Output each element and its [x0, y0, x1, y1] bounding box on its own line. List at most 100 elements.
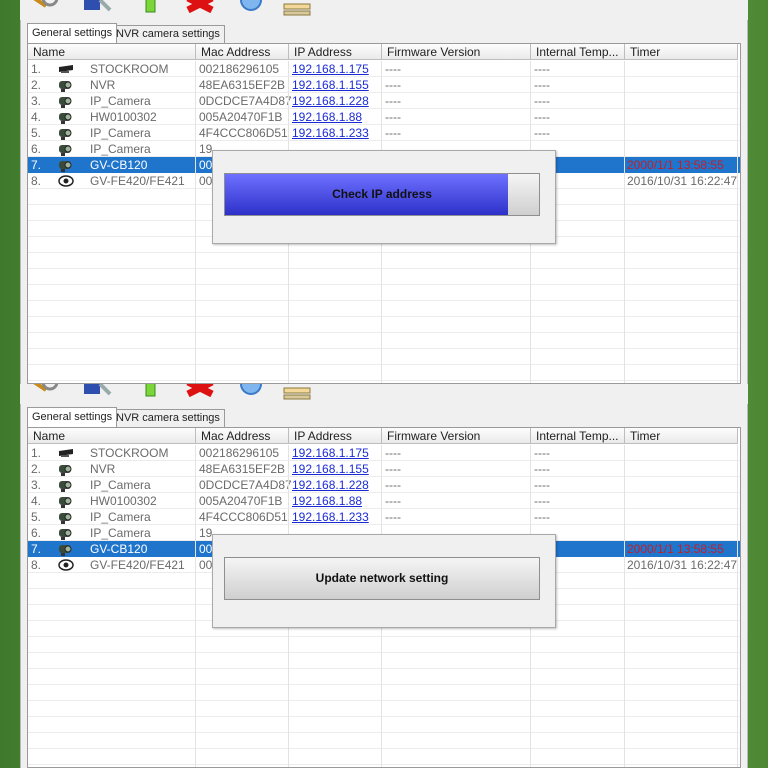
- cell-mac: 0DCDCE7A4D87: [199, 94, 292, 108]
- camera-icon: [59, 481, 72, 492]
- column-gridline: [195, 61, 196, 383]
- column-header-name[interactable]: Name: [28, 44, 196, 60]
- cell-temp: ----: [534, 110, 550, 124]
- cell-ip[interactable]: 192.168.1.228: [292, 477, 369, 493]
- cell-no: 1.: [31, 62, 42, 76]
- column-gridline: [195, 445, 196, 767]
- cell-mac: 4F4CCC806D51: [199, 510, 288, 524]
- table-row[interactable]: 4. HW0100302 005A20470F1B 192.168.1.88 ---- -…: [28, 493, 740, 509]
- cell-mac: 002186296105: [199, 62, 280, 76]
- progress-label: Check IP address: [332, 187, 432, 201]
- cell-temp: ----: [534, 494, 550, 508]
- column-header-temp[interactable]: Internal Temp...: [531, 44, 625, 60]
- cell-mac: 005A20470F1B: [199, 494, 283, 508]
- cell-ip[interactable]: 192.168.1.88: [292, 493, 362, 509]
- fisheye-camera-icon: [58, 559, 74, 571]
- table-row[interactable]: 3. IP_Camera 0DCDCE7A4D87 192.168.1.228 ----…: [28, 477, 740, 493]
- cell-fw: ----: [385, 110, 401, 124]
- cell-no: 7.: [31, 158, 42, 172]
- column-header-timer[interactable]: Timer: [625, 428, 738, 444]
- table-row[interactable]: 1. STOCKROOM 002186296105 192.168.1.175 ----…: [28, 445, 740, 461]
- column-header-firmware[interactable]: Firmware Version: [382, 44, 531, 60]
- network-tool-icon[interactable]: [82, 384, 112, 404]
- tab-nvr-camera-settings[interactable]: NVR camera settings: [111, 409, 225, 427]
- settings-gear-icon[interactable]: [236, 384, 266, 404]
- cell-no: 5.: [31, 510, 42, 524]
- table-row[interactable]: 5. IP_Camera 4F4CCC806D51 192.168.1.233 ----…: [28, 125, 740, 141]
- network-device-icon[interactable]: [282, 384, 312, 404]
- cell-ip[interactable]: 192.168.1.175: [292, 445, 369, 461]
- server-icon: [59, 449, 73, 457]
- column-header-temp[interactable]: Internal Temp...: [531, 428, 625, 444]
- cell-timer: 2016/10/31 16:22:47: [627, 174, 738, 188]
- table-row[interactable]: 2. NVR 48EA6315EF2B 192.168.1.155 ---- ----: [28, 77, 740, 93]
- cell-temp: ----: [534, 462, 550, 476]
- battery-icon[interactable]: [138, 384, 168, 404]
- tab-general-settings[interactable]: General settings: [27, 407, 118, 427]
- cell-name: HW0100302: [90, 110, 157, 124]
- table-row[interactable]: 2. NVR 48EA6315EF2B 192.168.1.155 ---- ----: [28, 461, 740, 477]
- toolbar: [20, 384, 748, 405]
- cell-fw: ----: [385, 78, 401, 92]
- cell-timer: 2000/1/1 13:58:55: [627, 158, 724, 172]
- camera-icon: [59, 81, 72, 92]
- server-icon: [59, 65, 73, 73]
- camera-icon: [59, 545, 72, 556]
- cell-ip[interactable]: 192.168.1.233: [292, 509, 369, 525]
- cell-ip[interactable]: 192.168.1.233: [292, 125, 369, 141]
- cell-timer: 2016/10/31 16:22:47: [627, 558, 738, 572]
- cell-name: STOCKROOM: [90, 446, 169, 460]
- table-header: Name Mac Address IP Address Firmware Ver…: [28, 44, 740, 61]
- column-header-firmware[interactable]: Firmware Version: [382, 428, 531, 444]
- column-header-timer[interactable]: Timer: [625, 44, 738, 60]
- cell-no: 3.: [31, 94, 42, 108]
- cell-fw: ----: [385, 126, 401, 140]
- panel-check-ip: General settings NVR camera settings Nam…: [20, 0, 748, 384]
- cell-ip[interactable]: 192.168.1.155: [292, 461, 369, 477]
- panel-update-network: General settings NVR camera settings Nam…: [20, 384, 748, 768]
- cell-ip[interactable]: 192.168.1.175: [292, 61, 369, 77]
- column-header-mac[interactable]: Mac Address: [196, 44, 289, 60]
- cell-name: IP_Camera: [90, 126, 151, 140]
- column-header-ip[interactable]: IP Address: [289, 428, 382, 444]
- cell-temp: ----: [534, 478, 550, 492]
- cell-temp: ----: [534, 126, 550, 140]
- cell-name: IP_Camera: [90, 510, 151, 524]
- table-row[interactable]: 1. STOCKROOM 002186296105 192.168.1.175 ----…: [28, 61, 740, 77]
- cell-name: NVR: [90, 78, 116, 92]
- cell-mac: 19: [199, 142, 213, 156]
- delete-icon[interactable]: [186, 384, 216, 404]
- search-icon[interactable]: [30, 0, 60, 20]
- battery-icon[interactable]: [138, 0, 168, 20]
- table-row[interactable]: 5. IP_Camera 4F4CCC806D51 192.168.1.233 ----…: [28, 509, 740, 525]
- tab-general-settings[interactable]: General settings: [27, 23, 118, 43]
- cell-ip[interactable]: 192.168.1.228: [292, 93, 369, 109]
- progress-dialog: Check IP address: [212, 150, 556, 244]
- column-header-mac[interactable]: Mac Address: [196, 428, 289, 444]
- delete-icon[interactable]: [186, 0, 216, 20]
- app-window: General settings NVR camera settings Nam…: [20, 20, 748, 384]
- cell-temp: ----: [534, 62, 550, 76]
- cell-no: 4.: [31, 494, 42, 508]
- cell-no: 1.: [31, 446, 42, 460]
- search-icon[interactable]: [30, 384, 60, 404]
- column-header-name[interactable]: Name: [28, 428, 196, 444]
- cell-ip[interactable]: 192.168.1.88: [292, 109, 362, 125]
- cell-mac: 00: [199, 174, 213, 188]
- progress-bar: Update network setting: [224, 557, 540, 600]
- network-tool-icon[interactable]: [82, 0, 112, 20]
- cell-no: 3.: [31, 478, 42, 492]
- cell-ip[interactable]: 192.168.1.155: [292, 77, 369, 93]
- network-device-icon[interactable]: [282, 0, 312, 20]
- tab-nvr-camera-settings[interactable]: NVR camera settings: [111, 25, 225, 43]
- settings-gear-icon[interactable]: [236, 0, 266, 20]
- cell-temp: ----: [534, 94, 550, 108]
- column-header-ip[interactable]: IP Address: [289, 44, 382, 60]
- table-row[interactable]: 4. HW0100302 005A20470F1B 192.168.1.88 ---- -…: [28, 109, 740, 125]
- cell-temp: ----: [534, 78, 550, 92]
- table-row[interactable]: 3. IP_Camera 0DCDCE7A4D87 192.168.1.228 ----…: [28, 93, 740, 109]
- cell-mac: 005A20470F1B: [199, 110, 283, 124]
- cell-no: 6.: [31, 526, 42, 540]
- cell-fw: ----: [385, 462, 401, 476]
- column-gridline: [624, 445, 625, 767]
